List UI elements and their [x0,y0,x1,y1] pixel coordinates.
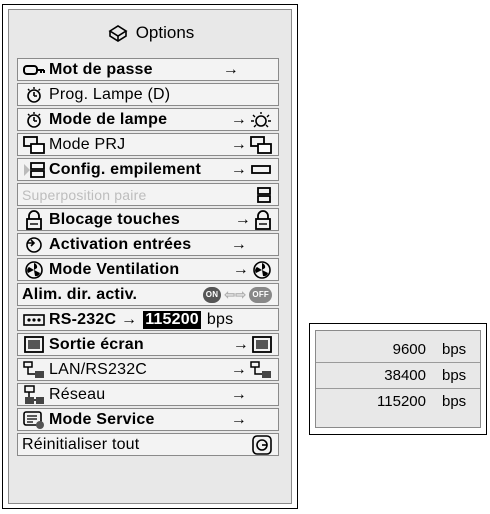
rs232c-icon [22,311,46,329]
stack-icon [22,161,46,179]
option-unit: bps [442,393,467,410]
lan-icon [22,360,46,379]
menu-item-label: Réinitialiser tout [22,435,140,453]
prj-mode-icon [22,135,46,154]
stack-pair-icon [256,186,272,204]
menu-item-label: Réseau [49,385,106,403]
menu-item-label: Activation entrées [49,235,192,253]
menu-item-blocage-touches[interactable]: Blocage touches → [17,208,279,231]
menu-item-label: Mot de passe [49,60,153,78]
menu-item-label: Mode Service [49,410,155,428]
lan-icon [250,360,272,379]
menu-item-mode-de-lampe[interactable]: Mode de lampe → [17,108,279,131]
menu-item-label: Sortie écran [49,335,144,353]
menu-item-label: Config. empilement [49,160,202,178]
menu-item-superposition-paire: Superposition paire [17,183,279,206]
lock-icon [254,209,272,230]
submenu-arrow-icon: → [230,360,247,378]
submenu-arrow-icon: → [234,210,251,228]
menu-item-reseau[interactable]: Réseau → [17,383,279,406]
rs232c-option-38400[interactable]: 38400 bps [316,363,480,389]
menu-item-label: Mode de lampe [49,110,168,128]
option-unit: bps [442,341,467,358]
lamp-timer-icon [22,111,46,129]
menu-item-reinitialiser-tout[interactable]: Réinitialiser tout [17,433,279,456]
screen-icon [252,335,272,354]
bar-icon [250,164,272,176]
submenu-arrow-icon: → [232,260,249,278]
option-unit: bps [442,367,467,384]
menu-item-mode-prj[interactable]: Mode PRJ → [17,133,279,156]
menu-item-lan-rs232c[interactable]: LAN/RS232C → [17,358,279,381]
options-menu: Options Mot de passe → Prog. Lampe (D) M… [2,4,298,509]
fan-icon [252,260,272,280]
submenu-arrow-icon: → [232,335,249,353]
service-icon [22,410,46,429]
option-value: 38400 [384,367,426,384]
menu-item-mode-ventilation[interactable]: Mode Ventilation → [17,258,279,281]
key-icon [22,61,46,79]
rs232c-option-115200[interactable]: 115200 bps [316,389,480,414]
rs232c-unit: bps [206,310,234,328]
fan-icon [22,260,46,279]
swap-arrows-icon: ⇦⇨ [224,286,247,302]
menu-item-mot-de-passe[interactable]: Mot de passe → [17,58,279,81]
menu-item-sortie-ecran[interactable]: Sortie écran → [17,333,279,356]
prj-mode-icon [250,135,272,154]
rs232c-value[interactable]: 115200 [143,310,201,329]
menu-item-mode-service[interactable]: Mode Service → [17,408,279,431]
network-icon [22,384,46,404]
menu-item-alim-dir-activ[interactable]: Alim. dir. activ. ON ⇦⇨ OFF [17,283,279,306]
submenu-arrow-icon: → [230,135,247,153]
menu-item-rs232c[interactable]: RS-232C → 115200 bps [17,308,279,331]
lamp-timer-icon [22,86,46,104]
menu-item-label: RS-232C [49,310,117,328]
submenu-arrow-icon: → [230,385,247,403]
menu-item-label: LAN/RS232C [49,360,148,378]
submenu-arrow-icon: → [230,110,247,128]
on-toggle[interactable]: ON [202,286,222,303]
submenu-arrow-icon: → [230,235,247,253]
rs232c-options-list: 9600 bps 38400 bps 115200 bps [315,330,481,428]
menu-item-label: Alim. dir. activ. [22,285,138,303]
option-value: 115200 [377,393,426,410]
input-icon [22,236,46,254]
submenu-arrow-icon: → [222,60,239,78]
menu-item-config-empilement[interactable]: Config. empilement → [17,158,279,181]
off-toggle[interactable]: OFF [249,286,272,303]
menu-item-prog-lampe[interactable]: Prog. Lampe (D) [17,83,279,106]
menu-title: Options [135,23,195,42]
rs232c-option-9600[interactable]: 9600 bps [316,337,480,363]
menu-item-label: Prog. Lampe (D) [49,85,171,103]
submenu-arrow-icon: → [230,160,247,178]
option-value: 9600 [392,341,426,358]
menu-item-label: Mode PRJ [49,135,126,153]
options-icon [106,23,130,43]
lock-icon [22,209,46,230]
menu-item-label: Mode Ventilation [49,260,180,278]
reset-icon [252,434,272,455]
rs232c-options-popup: 9600 bps 38400 bps 115200 bps [309,323,487,435]
menu-title-bar: Options [9,10,291,56]
menu-item-activation-entrees[interactable]: Activation entrées → [17,233,279,256]
lamp-icon [250,111,272,129]
submenu-arrow-icon: → [230,410,247,428]
menu-item-label: Superposition paire [22,186,147,203]
screen-icon [22,335,46,354]
submenu-arrow-icon: → [121,310,138,328]
menu-item-label: Blocage touches [49,210,181,228]
